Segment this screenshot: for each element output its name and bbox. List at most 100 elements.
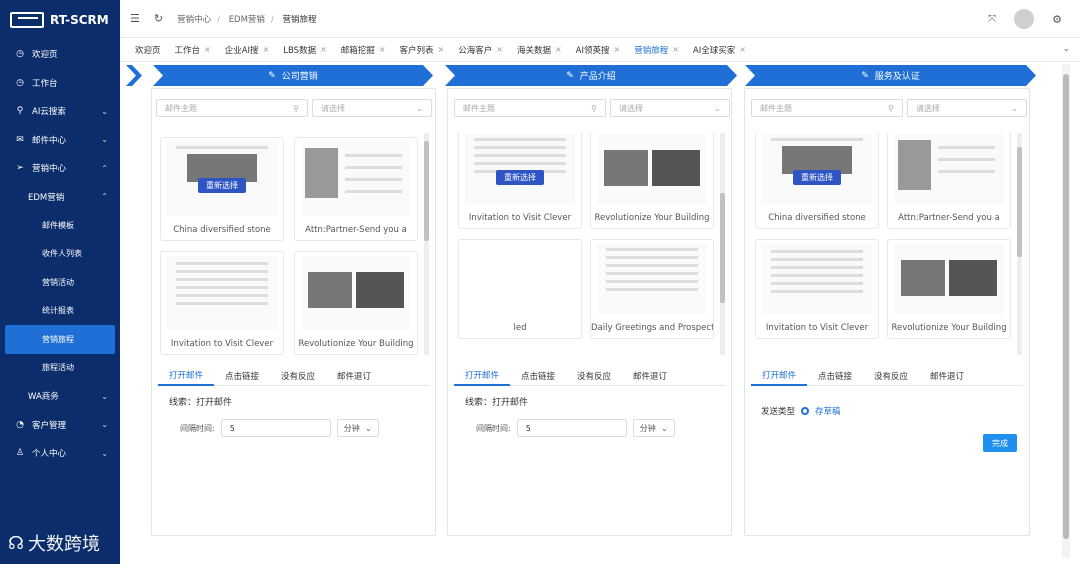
- subject-search-input[interactable]: 邮件主题 ⚲: [454, 99, 606, 117]
- subtab-no-response[interactable]: 没有反应: [863, 366, 919, 386]
- close-icon[interactable]: ×: [496, 45, 503, 54]
- subject-search-input[interactable]: 邮件主题 ⚲: [156, 99, 308, 117]
- page-tab[interactable]: 海关数据 ×: [510, 38, 569, 62]
- page-scrollbar[interactable]: [1062, 64, 1070, 558]
- template-select[interactable]: 请选择 ⌄: [312, 99, 432, 117]
- subtab-open-email[interactable]: 打开邮件: [454, 366, 511, 386]
- template-card[interactable]: led: [458, 239, 582, 339]
- sidebar-item-label: 营销旅程: [42, 334, 74, 344]
- interval-input[interactable]: 5: [220, 419, 331, 437]
- step-start-arrow: [126, 65, 142, 86]
- page-tab[interactable]: 邮箱挖掘 ×: [334, 38, 393, 62]
- template-card[interactable]: Invitation to Visit Clever: [160, 251, 284, 355]
- sidebar-item[interactable]: 营销活动: [0, 268, 120, 297]
- sidebar-item[interactable]: 收件人列表: [0, 240, 120, 269]
- template-card[interactable]: Daily Greetings and Prospects: [590, 239, 714, 339]
- sidebar-item[interactable]: ◷ 工作台: [0, 69, 120, 98]
- subtab-unsubscribe[interactable]: 邮件退订: [919, 366, 975, 386]
- sidebar-item[interactable]: ⚲ AI云搜索 ⌄: [0, 97, 120, 126]
- template-select[interactable]: 请选择 ⌄: [610, 99, 730, 117]
- step-3-header[interactable]: ✎ 服务及认证: [745, 65, 1036, 86]
- sidebar-item[interactable]: ♙ 个人中心 ⌄: [0, 439, 120, 468]
- page-tab[interactable]: AI全球买家 ×: [686, 38, 753, 62]
- tabs-more-chevron-icon[interactable]: ⌄: [1062, 44, 1070, 54]
- interval-unit-select[interactable]: 分钟 ⌄: [632, 419, 675, 437]
- subtab-click-link[interactable]: 点击链接: [214, 366, 270, 386]
- sidebar-item[interactable]: EDM营销 ⌃: [0, 183, 120, 212]
- template-card[interactable]: 重新选择 China diversified stone: [755, 133, 879, 229]
- grid-scrollbar[interactable]: [1017, 133, 1022, 355]
- breadcrumb-item[interactable]: EDM营销: [229, 15, 265, 25]
- subtab-open-email[interactable]: 打开邮件: [751, 366, 808, 386]
- page-tab[interactable]: 欢迎页: [128, 38, 168, 62]
- close-icon[interactable]: ×: [555, 45, 562, 54]
- subtab-open-email[interactable]: 打开邮件: [158, 366, 215, 386]
- template-card[interactable]: Revolutionize Your Building: [590, 133, 714, 229]
- reselect-button[interactable]: 重新选择: [496, 170, 544, 185]
- sidebar-item[interactable]: ➢ 营销中心 ⌃: [0, 154, 120, 183]
- draft-option-label[interactable]: 存草稿: [815, 405, 841, 417]
- avatar[interactable]: [1014, 9, 1035, 29]
- subtab-unsubscribe[interactable]: 邮件退订: [326, 366, 382, 386]
- template-card[interactable]: Revolutionize Your Building: [887, 239, 1011, 339]
- subject-search-input[interactable]: 邮件主题 ⚲: [751, 99, 903, 117]
- subtab-click-link[interactable]: 点击链接: [807, 366, 863, 386]
- page-tab[interactable]: LBS数据 ×: [276, 38, 334, 62]
- page-tab[interactable]: 客户列表 ×: [393, 38, 452, 62]
- close-icon[interactable]: ×: [263, 45, 270, 54]
- sidebar-item[interactable]: 营销旅程: [5, 325, 115, 354]
- step-1-header[interactable]: ✎ 公司营销: [153, 65, 433, 86]
- sidebar-item-label: 工作台: [32, 78, 58, 89]
- template-card[interactable]: 重新选择 China diversified stone: [160, 137, 284, 241]
- sidebar-item-label: 旅程活动: [42, 363, 74, 373]
- page-tab[interactable]: 企业AI搜 ×: [218, 38, 277, 62]
- grid-scrollbar[interactable]: [424, 133, 429, 355]
- menu-toggle-icon[interactable]: ☰: [130, 12, 140, 25]
- sidebar-item[interactable]: 旅程活动: [0, 354, 120, 383]
- template-card[interactable]: Attn:Partner-Send you a: [294, 137, 418, 241]
- template-title: Invitation to Visit Clever: [765, 323, 869, 333]
- close-icon[interactable]: ×: [379, 45, 386, 54]
- draft-radio[interactable]: [801, 407, 810, 415]
- done-button[interactable]: 完成: [983, 434, 1017, 452]
- refresh-icon[interactable]: ↻: [154, 12, 163, 25]
- close-icon[interactable]: ×: [320, 45, 327, 54]
- subtab-unsubscribe[interactable]: 邮件退订: [622, 366, 678, 386]
- sidebar-item[interactable]: 统计报表: [0, 297, 120, 326]
- page-tab[interactable]: AI领英搜 ×: [569, 38, 628, 62]
- send-type-row: 发送类型 存草稿: [761, 405, 841, 417]
- step-2-header[interactable]: ✎ 产品介绍: [445, 65, 737, 86]
- grid-scrollbar[interactable]: [720, 133, 725, 355]
- close-icon[interactable]: ×: [438, 45, 445, 54]
- interval-row: 间隔时间: 5 分钟 ⌄: [180, 419, 379, 437]
- subtab-no-response[interactable]: 没有反应: [270, 366, 326, 386]
- template-card[interactable]: Revolutionize Your Building: [294, 251, 418, 355]
- subtab-click-link[interactable]: 点击链接: [510, 366, 566, 386]
- sidebar-item[interactable]: 邮件模板: [0, 211, 120, 240]
- template-select[interactable]: 请选择 ⌄: [907, 99, 1027, 117]
- sidebar-item[interactable]: WA商务 ⌄: [0, 382, 120, 411]
- subtab-no-response[interactable]: 没有反应: [566, 366, 622, 386]
- sidebar-item[interactable]: ◔ 客户管理 ⌄: [0, 411, 120, 440]
- template-card[interactable]: 重新选择 Invitation to Visit Clever: [458, 133, 582, 229]
- reselect-button[interactable]: 重新选择: [198, 178, 246, 193]
- reselect-button[interactable]: 重新选择: [793, 170, 841, 185]
- page-tab-label: AI领英搜: [575, 45, 610, 56]
- interval-input[interactable]: 5: [516, 419, 627, 437]
- fullscreen-icon[interactable]: ⤧: [988, 14, 996, 25]
- page-tab[interactable]: 营销旅程 ×: [627, 38, 686, 62]
- close-icon[interactable]: ×: [739, 45, 746, 54]
- sidebar-item[interactable]: ◷ 欢迎页: [0, 40, 120, 69]
- close-icon[interactable]: ×: [614, 45, 621, 54]
- close-icon[interactable]: ×: [204, 45, 211, 54]
- chevron-down-icon: ⌄: [416, 103, 423, 113]
- page-tab[interactable]: 工作台 ×: [168, 38, 218, 62]
- interval-unit-select[interactable]: 分钟 ⌄: [336, 419, 379, 437]
- settings-gear-icon[interactable]: ⚙: [1052, 13, 1062, 26]
- sidebar-item[interactable]: ✉ 邮件中心 ⌄: [0, 126, 120, 155]
- page-tab[interactable]: 公海客户 ×: [451, 38, 510, 62]
- close-icon[interactable]: ×: [672, 45, 679, 54]
- template-card[interactable]: Invitation to Visit Clever: [755, 239, 879, 339]
- template-card[interactable]: Attn:Partner-Send you a: [887, 133, 1011, 229]
- breadcrumb-item[interactable]: 营销中心: [177, 15, 211, 25]
